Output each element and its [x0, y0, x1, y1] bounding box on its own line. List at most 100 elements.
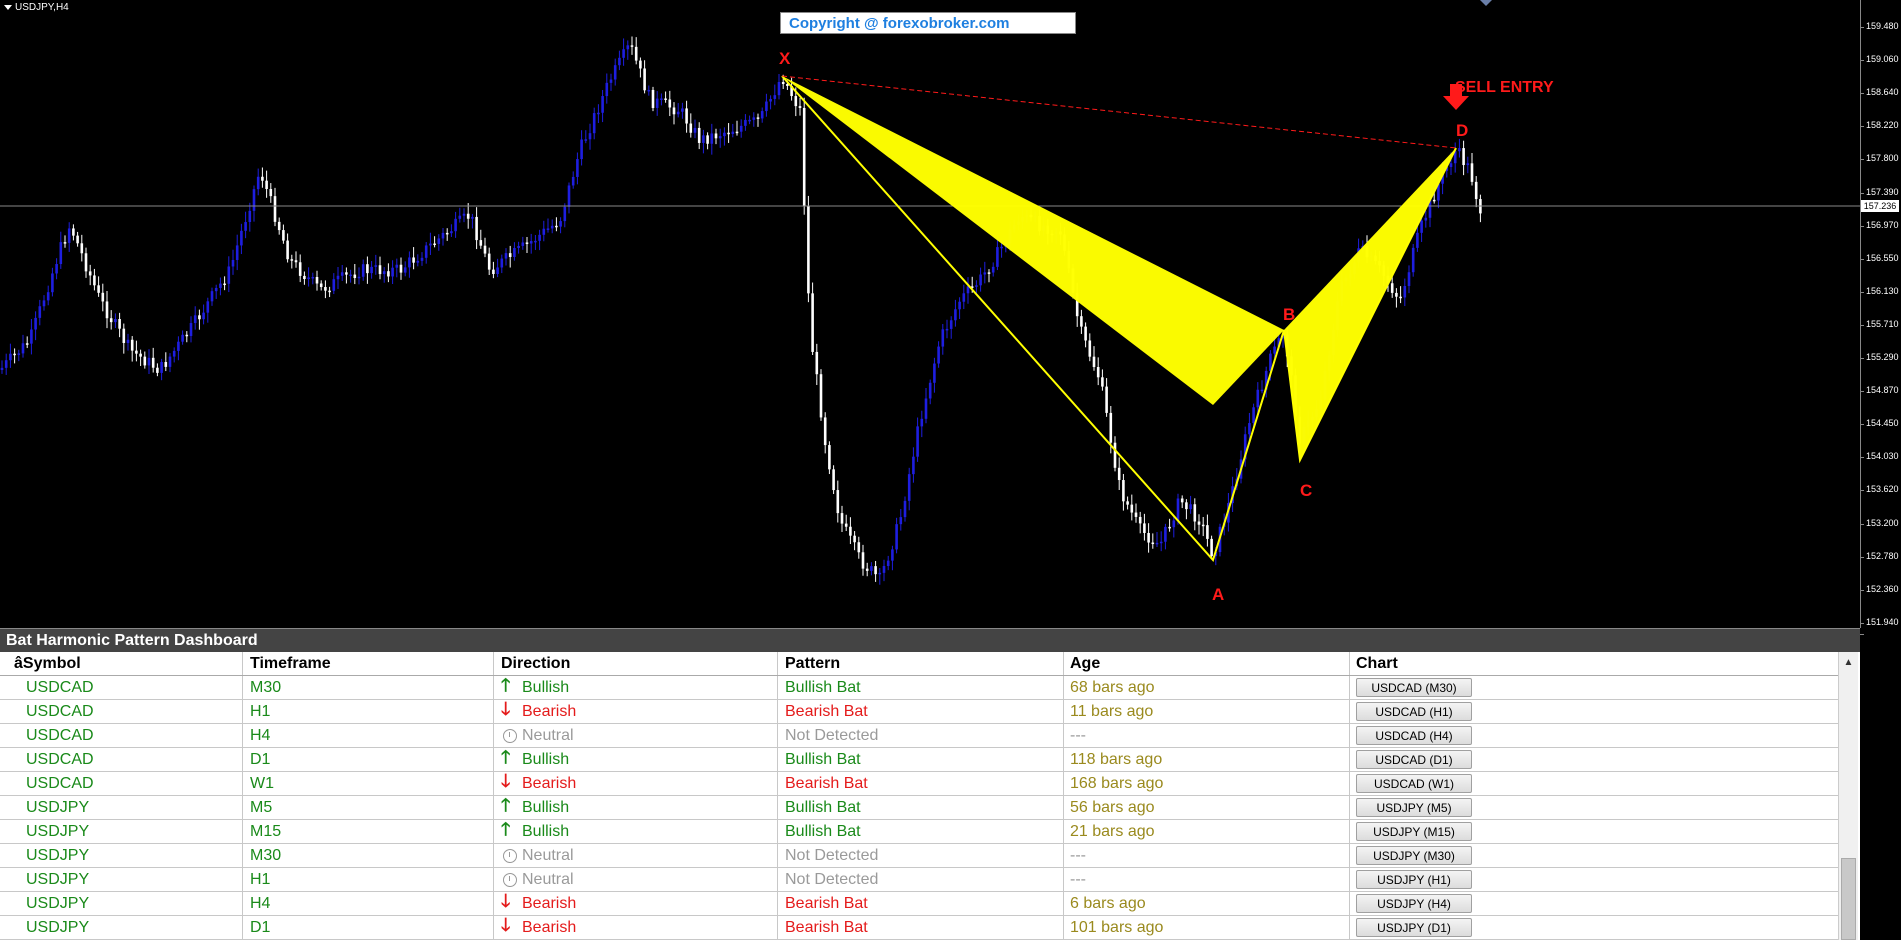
scroll-thumb[interactable]	[1841, 858, 1856, 940]
candle-body	[84, 253, 88, 272]
cell-timeframe: M30	[243, 844, 494, 867]
header-chart[interactable]: Chart	[1350, 652, 1838, 675]
candle-body	[580, 139, 583, 160]
candle-body	[13, 353, 16, 356]
candle-body	[210, 291, 214, 302]
header-symbol[interactable]: âSymbol	[0, 652, 243, 675]
table-row: USDJPY D1 🡓 Bearish Bearish Bat 101 bars ago U…	[0, 916, 1838, 940]
candle-body	[458, 215, 462, 219]
candle-body	[324, 287, 327, 291]
cell-pattern: Not Detected	[778, 844, 1064, 867]
candle-body	[1432, 199, 1436, 202]
cell-direction: 🡓 Bearish	[494, 700, 778, 723]
candle-body	[1113, 442, 1117, 468]
clock-icon	[503, 872, 517, 887]
candle-body	[681, 108, 684, 112]
open-chart-button[interactable]: USDJPY (H1)	[1356, 870, 1472, 889]
candle-body	[920, 418, 924, 427]
candle-body	[529, 241, 533, 244]
candle-body	[895, 524, 898, 550]
open-chart-button[interactable]: USDCAD (H4)	[1356, 726, 1472, 745]
open-chart-button[interactable]: USDJPY (D1)	[1356, 918, 1472, 937]
candle-body	[798, 106, 802, 108]
price-chart[interactable]: X A B C D SELL ENTRY USDJPY,H4 Copyright…	[0, 0, 1860, 628]
candle-body	[17, 353, 21, 355]
cell-direction: 🡓 Bearish	[494, 916, 778, 939]
open-chart-button[interactable]: USDJPY (M30)	[1356, 846, 1472, 865]
header-direction[interactable]: Direction	[494, 652, 778, 675]
candle-body	[811, 293, 814, 352]
candle-body	[164, 362, 168, 367]
candle-body	[521, 242, 525, 246]
candle-body	[298, 262, 302, 276]
arrow-down-icon: 🡓	[501, 892, 511, 911]
candle-body	[815, 351, 819, 375]
cell-timeframe: H4	[243, 724, 494, 747]
candle-body	[294, 260, 298, 263]
open-chart-button[interactable]: USDCAD (M30)	[1356, 678, 1472, 697]
open-chart-button[interactable]: USDJPY (M5)	[1356, 798, 1472, 817]
candle-body	[193, 315, 197, 324]
scroll-up-arrow-icon[interactable]: ▲	[1839, 654, 1858, 670]
cell-direction: Neutral	[494, 724, 778, 747]
cell-timeframe: W1	[243, 772, 494, 795]
candle-body	[634, 46, 638, 61]
candle-body	[135, 350, 138, 354]
candle-body	[954, 309, 957, 321]
point-x-label: X	[779, 49, 791, 68]
open-chart-button[interactable]: USDCAD (W1)	[1356, 774, 1472, 793]
candle-body	[605, 82, 609, 97]
price-axis[interactable]: 159.480 159.060 158.640 158.220 157.800 157.3…	[1860, 0, 1901, 635]
candle-body	[613, 65, 617, 80]
candle-body	[933, 363, 936, 383]
open-chart-button[interactable]: USDCAD (H1)	[1356, 702, 1472, 721]
candle-body	[660, 98, 663, 100]
cell-timeframe: H1	[243, 868, 494, 891]
candle-body	[412, 257, 415, 263]
header-pattern[interactable]: Pattern	[778, 652, 1064, 675]
candle-body	[546, 228, 550, 230]
price-tick-label: 156.550	[1860, 253, 1901, 263]
price-tick-label: 158.640	[1860, 87, 1901, 97]
candle-body	[697, 127, 701, 143]
cell-pattern: Bullish Bat	[778, 748, 1064, 771]
candle-body	[853, 535, 856, 543]
candle-body	[542, 228, 546, 235]
candle-body	[223, 283, 226, 286]
candle-body	[4, 360, 8, 368]
table-scrollbar[interactable]: ▲	[1838, 652, 1858, 940]
candle-body	[487, 253, 491, 270]
open-chart-button[interactable]: USDCAD (D1)	[1356, 750, 1472, 769]
header-timeframe[interactable]: Timeframe	[243, 652, 494, 675]
cell-chart: USDJPY (M5)	[1350, 796, 1838, 819]
copyright-label: Copyright @ forexobroker.com	[780, 12, 1076, 34]
table-row: USDJPY M15 🡑 Bullish Bullish Bat 21 bars ago U…	[0, 820, 1838, 844]
candlestick-chart-canvas[interactable]: X A B C D SELL ENTRY	[0, 0, 1860, 628]
cell-age: 6 bars ago	[1064, 892, 1350, 915]
price-tick-label: 158.220	[1860, 120, 1901, 130]
candle-body	[1109, 412, 1113, 443]
candle-body	[903, 500, 907, 518]
price-tick-label: 155.290	[1860, 352, 1901, 362]
dropdown-triangle-icon[interactable]	[4, 4, 12, 10]
candle-body	[441, 232, 445, 239]
cell-pattern: Bearish Bat	[778, 892, 1064, 915]
candle-body	[597, 112, 600, 115]
candle-body	[202, 312, 205, 320]
open-chart-button[interactable]: USDJPY (M15)	[1356, 822, 1472, 841]
candle-body	[391, 267, 394, 277]
candle-body	[1252, 407, 1255, 424]
candle-body	[1164, 526, 1167, 542]
candle-body	[823, 417, 827, 446]
candle-body	[739, 125, 743, 132]
header-age[interactable]: Age	[1064, 652, 1350, 675]
candle-body	[643, 68, 646, 91]
cell-timeframe: H1	[243, 700, 494, 723]
candle-body	[399, 264, 403, 273]
open-chart-button[interactable]: USDJPY (H4)	[1356, 894, 1472, 913]
cell-pattern: Bullish Bat	[778, 796, 1064, 819]
price-tick-label: 153.620	[1860, 484, 1901, 494]
cell-chart: USDJPY (D1)	[1350, 916, 1838, 939]
candle-body	[118, 319, 121, 329]
candle-body	[517, 245, 520, 248]
